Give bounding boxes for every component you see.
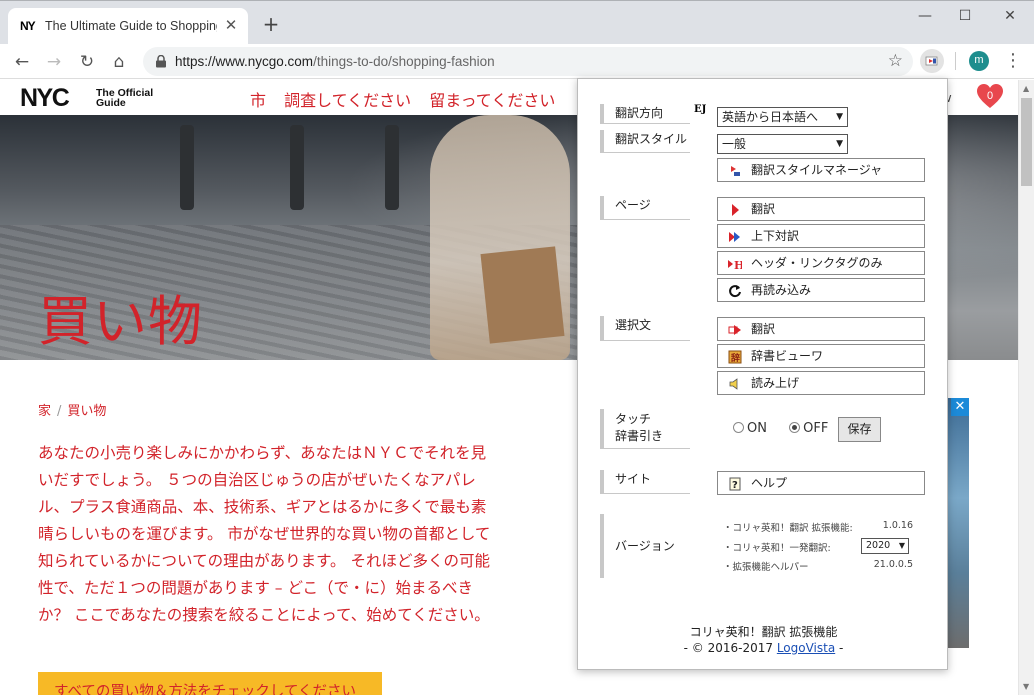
browser-tab[interactable]: NY The Ultimate Guide to Shopping ✕ (8, 8, 248, 45)
heart-count: 0 (987, 90, 993, 102)
style-select[interactable]: 一般 ▼ (717, 134, 848, 154)
nyc-logo[interactable]: NYC (20, 86, 70, 111)
ej-icon: EJ (694, 104, 707, 115)
close-icon[interactable]: ✕ (222, 16, 240, 34)
direction-label: 翻訳方向 (600, 104, 690, 124)
style-manager-icon (731, 166, 740, 176)
dictionary-viewer-button[interactable]: 辞 辞書ビューワ (717, 344, 925, 368)
parallel-translate-button[interactable]: 上下対訳 (717, 224, 925, 248)
logo-subtitle: The Official Guide (96, 87, 154, 109)
site-label: サイト (600, 470, 690, 494)
window-close-icon[interactable]: ✕ (995, 5, 1025, 27)
version-label: バージョン (600, 514, 690, 578)
check-all-shopping-button[interactable]: すべての買い物＆方法をチェックしてください (38, 672, 382, 695)
maximize-icon[interactable]: ☐ (950, 5, 980, 27)
hero-title: 買い物 (38, 290, 203, 353)
popup-footer-copyright: - © 2016-2017 LogoVista - (683, 641, 844, 655)
toolbar-separator (955, 52, 956, 70)
touch-on-radio[interactable]: ON (733, 421, 767, 436)
touch-off-radio[interactable]: OFF (789, 421, 828, 436)
popup-footer-title: コリャ英和！翻訳 拡張機能 (689, 625, 838, 639)
profile-avatar[interactable]: m (969, 51, 989, 71)
site-nav: 市 調査してください 留まってください (250, 87, 568, 111)
nav-item-explore[interactable]: 調査してください (284, 91, 411, 110)
touch-dictionary-toggle: ON OFF (733, 421, 828, 436)
help-icon: ? (729, 477, 741, 491)
url-text: https://www.nycgo.com/things-to-do/shopp… (175, 54, 495, 69)
advertisement[interactable] (947, 398, 969, 648)
more-menu-icon[interactable]: ⋮ (1004, 49, 1022, 73)
svg-text:辞: 辞 (731, 352, 740, 364)
page-translate-button[interactable]: 翻訳 (717, 197, 925, 221)
breadcrumb-home[interactable]: 家 (38, 404, 51, 419)
scroll-thumb[interactable] (1021, 98, 1032, 186)
style-manager-button[interactable]: 翻訳スタイルマネージャ (717, 158, 925, 182)
header-link-icon: H (728, 259, 742, 271)
tab-strip: NY The Ultimate Guide to Shopping ✕ + — … (0, 0, 1034, 45)
dictionary-icon: 辞 (728, 350, 742, 364)
forward-arrow-icon[interactable]: → (42, 50, 66, 74)
translator-extension-icon[interactable] (920, 49, 944, 73)
selection-translate-button[interactable]: 翻訳 (717, 317, 925, 341)
intro-text: あなたの小売り楽しみにかかわらず、あなたはＮＹＣでそれを見いだすでしょう。 ５つ… (38, 444, 491, 624)
selection-label: 選択文 (600, 316, 690, 341)
page-label: ページ (600, 196, 690, 220)
nyc-favicon-icon: NY (20, 19, 36, 33)
ippatsu-version-select[interactable]: 2020 ▼ (861, 538, 909, 554)
breadcrumb-current: 買い物 (67, 404, 107, 419)
header-links-button[interactable]: H ヘッダ・リンクタグのみ (717, 251, 925, 275)
svg-text:?: ? (732, 480, 738, 491)
svg-text:H: H (734, 259, 742, 271)
selection-translate-icon (728, 325, 741, 335)
version-row-helper: ・拡張機能ヘルパー 21.0.0.5 (723, 559, 913, 573)
help-button[interactable]: ? ヘルプ (717, 471, 925, 495)
parallel-arrows-icon (729, 232, 740, 242)
page-scrollbar[interactable]: ▲ ▼ (1018, 80, 1034, 695)
address-bar[interactable]: https://www.nycgo.com/things-to-do/shopp… (143, 47, 913, 76)
new-tab-icon[interactable]: + (260, 14, 282, 36)
nav-item-stay[interactable]: 留まってください (429, 91, 555, 110)
logovista-link[interactable]: LogoVista (777, 641, 835, 655)
reload-icon[interactable]: ↻ (75, 50, 99, 74)
scroll-down-icon[interactable]: ▼ (1023, 682, 1029, 691)
save-button[interactable]: 保存 (838, 417, 881, 442)
lock-icon (156, 55, 166, 68)
reload-icon (729, 285, 741, 298)
home-icon[interactable]: ⌂ (107, 50, 131, 74)
version-row-extension: ・コリャ英和！翻訳 拡張機能: 1.0.16 (723, 520, 913, 534)
minimize-icon[interactable]: — (910, 5, 940, 27)
back-arrow-icon[interactable]: ← (10, 50, 34, 74)
ad-close-icon[interactable]: ✕ (951, 398, 969, 416)
breadcrumb: 家 / 買い物 (38, 404, 107, 419)
reload-button[interactable]: 再読み込み (717, 278, 925, 302)
bookmark-star-icon[interactable]: ☆ (888, 51, 903, 71)
scroll-up-icon[interactable]: ▲ (1023, 84, 1029, 93)
speaker-icon (729, 378, 738, 390)
style-label: 翻訳スタイル (600, 130, 690, 153)
nav-item-city[interactable]: 市 (250, 91, 266, 110)
direction-select[interactable]: 英語から日本語へ ▼ (717, 107, 848, 127)
browser-toolbar: ← → ↻ ⌂ https://www.nycgo.com/things-to-… (0, 44, 1034, 79)
tab-title: The Ultimate Guide to Shopping (45, 19, 217, 33)
translator-popup: 翻訳方向 EJ 英語から日本語へ ▼ 翻訳スタイル 一般 ▼ 翻訳スタイルマネージャ… (577, 78, 948, 670)
translate-arrow-icon (732, 204, 739, 216)
favorites-heart-icon[interactable]: 0 (976, 83, 1004, 111)
touch-dictionary-label: タッチ 辞書引き (600, 409, 690, 449)
read-aloud-button[interactable]: 読み上げ (717, 371, 925, 395)
